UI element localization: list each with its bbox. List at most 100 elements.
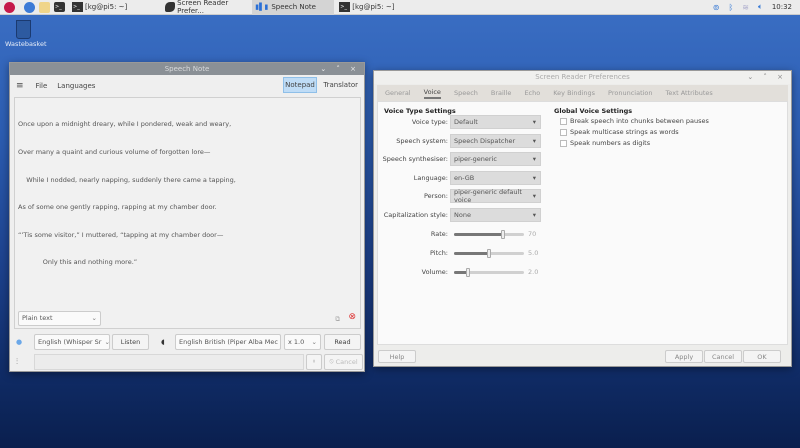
task-label: [kg@pi5: ~]: [352, 3, 395, 11]
chevron-down-icon: ⌄: [311, 337, 317, 346]
ok-button[interactable]: OK: [743, 350, 781, 363]
person-select[interactable]: piper-generic default voice ▾: [450, 188, 541, 204]
update-icon[interactable]: ⊚: [713, 3, 720, 12]
read-button[interactable]: Read: [324, 333, 361, 350]
browser-icon[interactable]: [24, 1, 35, 13]
rate-value: 70: [528, 230, 537, 238]
screen-reader-preferences-window: Screen Reader Preferences ⌄ ˄ × General V…: [373, 70, 792, 367]
apply-button[interactable]: Apply: [665, 350, 703, 363]
tab-key-bindings[interactable]: Key Bindings: [553, 89, 595, 97]
wifi-icon[interactable]: ≋: [742, 3, 749, 12]
window-controls[interactable]: ⌄ ˄ ×: [747, 71, 787, 84]
clear-icon[interactable]: ⊗: [348, 312, 356, 322]
checkbox-box[interactable]: [560, 128, 567, 136]
pitch-value: 5.0: [528, 249, 539, 257]
tab-pronunciation[interactable]: Pronunciation: [608, 89, 652, 97]
window-title: Screen Reader Preferences: [535, 73, 630, 81]
speech-synthesiser-select[interactable]: piper-generic ▾: [450, 152, 541, 166]
checkbox-box[interactable]: [560, 139, 567, 147]
dropdown-arrow-icon: ▾: [532, 137, 536, 145]
window-controls[interactable]: ⌄ ˄ ×: [320, 63, 360, 75]
language-select[interactable]: en-GB ▾: [450, 171, 541, 185]
window-title: Speech Note: [164, 65, 210, 73]
wastebasket-icon[interactable]: [16, 20, 31, 39]
dropdown-arrow-icon: ▾: [532, 211, 536, 219]
language-label: Language:: [413, 174, 448, 182]
tts-model-value: English British (Piper Alba Mec: [179, 337, 278, 346]
cancel-button[interactable]: Cancel: [704, 350, 742, 363]
global-voice-heading: Global Voice Settings: [554, 107, 633, 115]
speaker-icon: ◖: [161, 337, 165, 346]
capitalization-style-select[interactable]: None ▾: [450, 208, 541, 222]
orca-icon: [165, 2, 176, 12]
dropdown-arrow-icon: ▾: [532, 192, 536, 200]
tab-notepad[interactable]: Notepad: [283, 77, 317, 93]
tab-echo[interactable]: Echo: [524, 89, 540, 97]
multicase-checkbox[interactable]: Speak multicase strings as words: [560, 128, 709, 136]
rate-slider[interactable]: [454, 229, 524, 239]
voice-type-value: Default: [454, 118, 478, 126]
voice-type-select[interactable]: Default ▾: [450, 115, 541, 129]
title-bar[interactable]: Screen Reader Preferences ⌄ ˄ ×: [374, 71, 791, 84]
pitch-label: Pitch:: [429, 249, 448, 257]
volume-value: 2.0: [528, 268, 539, 276]
rate-label: Rate:: [430, 230, 448, 238]
checkbox-box[interactable]: [560, 117, 567, 125]
copy-icon[interactable]: ⧉: [335, 315, 340, 324]
terminal-launcher-icon[interactable]: >_: [54, 2, 65, 12]
raspberry-menu-icon[interactable]: [4, 1, 15, 13]
dropdown-arrow-icon: ▾: [532, 155, 536, 163]
help-button[interactable]: Help: [378, 350, 416, 363]
speed-value: x 1.0: [288, 337, 305, 346]
tab-text-attributes[interactable]: Text Attributes: [666, 89, 713, 97]
pitch-slider[interactable]: [454, 248, 524, 258]
language-value: en-GB: [454, 174, 475, 182]
tab-braille[interactable]: Braille: [491, 89, 512, 97]
terminal-icon: >_: [339, 2, 351, 12]
hamburger-menu-icon[interactable]: ≡: [16, 81, 24, 91]
bluetooth-icon[interactable]: ᛒ: [728, 3, 733, 12]
title-bar[interactable]: Speech Note ⌄ ˄ ×: [10, 63, 364, 75]
taskbar: >_ >_ [kg@pi5: ~] Screen Reader Prefer...…: [0, 0, 800, 15]
tab-translator[interactable]: Translator: [323, 81, 358, 89]
file-manager-icon[interactable]: [39, 1, 50, 13]
voice-tab-panel: Voice Type Settings Voice type: Default ▾ …: [377, 101, 788, 345]
text-line: While I nodded, nearly napping, suddenly…: [18, 175, 236, 184]
task-speech-note[interactable]: ▮▌▮ Speech Note: [252, 0, 335, 15]
voice-type-label: Voice type:: [411, 118, 448, 126]
speech-system-value: Speech Dispatcher: [454, 137, 516, 145]
microphone-icon[interactable]: ●: [16, 338, 28, 346]
text-line: Over many a quaint and curious volume of…: [18, 148, 211, 157]
chevron-down-icon: ⌄: [104, 337, 110, 346]
text-line: Once upon a midnight dreary, while I pon…: [18, 120, 232, 129]
menu-file[interactable]: File: [36, 82, 48, 90]
listen-button[interactable]: Listen: [112, 333, 149, 350]
wastebasket-label[interactable]: Wastebasket: [5, 40, 47, 48]
speech-note-window: Speech Note ⌄ ˄ × ≡ File Languages Notepa…: [9, 62, 365, 372]
stt-model-select[interactable]: English (Whisper Sr ⌄: [34, 333, 110, 350]
format-select[interactable]: Plain text ⌄: [18, 311, 101, 326]
tab-speech[interactable]: Speech: [454, 89, 478, 97]
cancel-button[interactable]: ⦸ Cancel: [324, 353, 363, 370]
audio-wave-icon: ⫶: [16, 356, 18, 366]
tab-general[interactable]: General: [385, 89, 411, 97]
volume-icon[interactable]: 🔈︎: [758, 2, 763, 12]
tab-voice[interactable]: Voice: [423, 88, 441, 99]
notepad-text-area[interactable]: Once upon a midnight dreary, while I pon…: [14, 97, 361, 329]
volume-label: Volume:: [421, 268, 448, 276]
speed-select[interactable]: x 1.0 ⌄: [284, 333, 321, 350]
text-line: “’Tis some visitor,” I muttered, “tappin…: [18, 230, 224, 239]
break-chunks-checkbox[interactable]: Break speech into chunks between pauses: [560, 117, 709, 125]
numbers-digits-checkbox[interactable]: Speak numbers as digits: [560, 139, 709, 147]
task-terminal-2[interactable]: >_ [kg@pi5: ~]: [336, 0, 397, 15]
menu-languages[interactable]: Languages: [57, 82, 95, 90]
clock[interactable]: 10:32: [772, 3, 792, 11]
speech-system-select[interactable]: Speech Dispatcher ▾: [450, 134, 541, 148]
task-screen-reader[interactable]: Screen Reader Prefer...: [162, 0, 252, 15]
chevron-down-icon: ⌄: [278, 338, 280, 346]
task-terminal-1[interactable]: >_ [kg@pi5: ~]: [69, 0, 130, 15]
tts-model-select[interactable]: English British (Piper Alba Mec⌄: [175, 333, 281, 350]
task-label: Speech Note: [271, 3, 316, 11]
pause-button[interactable]: ⏸: [306, 353, 322, 370]
volume-slider[interactable]: [454, 267, 524, 277]
